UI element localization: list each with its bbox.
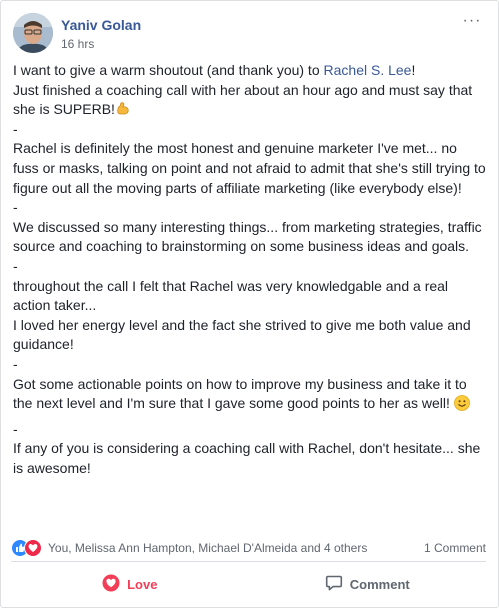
post-actions: Love Comment bbox=[11, 567, 486, 601]
body-paragraph: We discussed so many interesting things.… bbox=[13, 218, 482, 255]
body-paragraph: throughout the call I felt that Rachel w… bbox=[13, 277, 449, 314]
body-text: Got some actionable points on how to imp… bbox=[13, 375, 467, 412]
more-options-icon[interactable]: ··· bbox=[460, 13, 484, 33]
flexed-biceps-icon bbox=[115, 101, 131, 117]
reactions-summary: You, Melissa Ann Hampton, Michael D'Alme… bbox=[11, 537, 486, 562]
smile-icon bbox=[453, 395, 470, 411]
separator: - bbox=[13, 199, 18, 216]
separator: - bbox=[13, 257, 18, 274]
body-paragraph: If any of you is considering a coaching … bbox=[13, 440, 481, 476]
body-paragraph: I loved her energy level and the fact sh… bbox=[13, 316, 471, 353]
love-icon bbox=[102, 574, 127, 595]
love-label: Love bbox=[127, 576, 158, 592]
comment-button[interactable]: Comment bbox=[249, 567, 487, 601]
reaction-icons[interactable] bbox=[11, 539, 45, 557]
post-header: Yaniv Golan 16 hrs ··· bbox=[13, 13, 486, 55]
body-paragraph: Got some actionable points on how to imp… bbox=[13, 375, 486, 414]
body-line: Just finished a coaching call with her a… bbox=[13, 81, 486, 120]
avatar[interactable] bbox=[13, 13, 53, 53]
separator: - bbox=[13, 120, 18, 137]
body-text: I want to give a warm shoutout (and than… bbox=[13, 62, 324, 78]
love-button[interactable]: Love bbox=[11, 567, 249, 601]
body-text: ! bbox=[411, 62, 416, 78]
mention-link[interactable]: Rachel S. Lee bbox=[324, 62, 412, 78]
body-line: I want to give a warm shoutout (and than… bbox=[13, 61, 486, 81]
feed-post: Yaniv Golan 16 hrs ··· I want to give a … bbox=[0, 0, 499, 608]
reaction-names[interactable]: You, Melissa Ann Hampton, Michael D'Alme… bbox=[48, 541, 367, 555]
comment-icon bbox=[325, 574, 350, 595]
body-paragraph: Rachel is definitely the most honest and… bbox=[13, 140, 486, 196]
comment-label: Comment bbox=[349, 576, 410, 592]
author-name[interactable]: Yaniv Golan bbox=[61, 17, 141, 33]
comment-count[interactable]: 1 Comment bbox=[424, 541, 486, 555]
post-timestamp[interactable]: 16 hrs bbox=[61, 37, 94, 51]
love-icon bbox=[24, 539, 42, 557]
separator: - bbox=[13, 355, 18, 372]
post-body: I want to give a warm shoutout (and than… bbox=[13, 61, 486, 478]
separator: - bbox=[13, 420, 18, 437]
body-text: Just finished a coaching call with her a… bbox=[13, 81, 473, 118]
